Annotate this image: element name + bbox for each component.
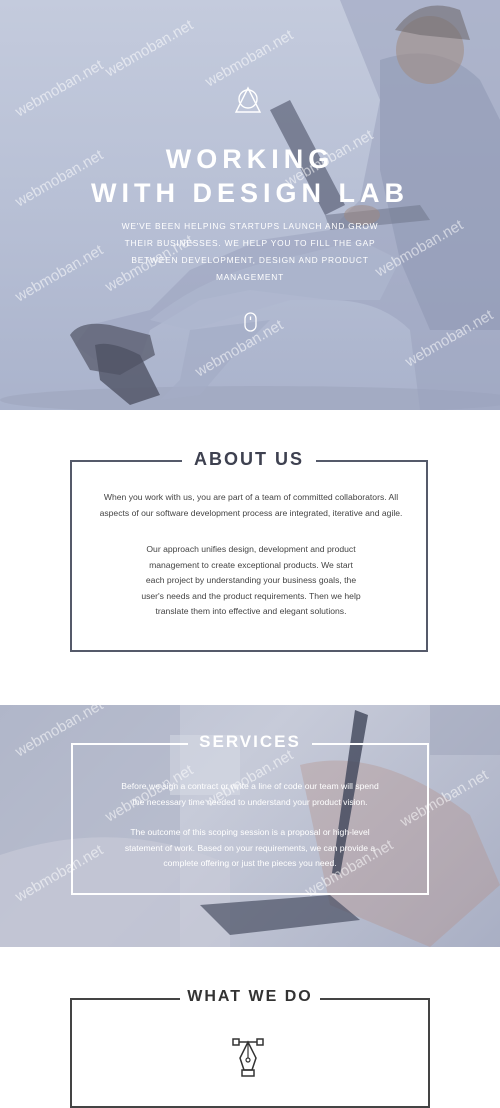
services-paragraph-2: The outcome of this scoping session is a… — [124, 827, 376, 868]
services-heading: SERVICES — [199, 732, 301, 751]
about-paragraph-1: When you work with us, you are part of a… — [99, 492, 403, 518]
about-us-heading: ABOUT US — [194, 449, 304, 469]
mouse-scroll-icon[interactable] — [244, 312, 257, 332]
what-we-do-heading: WHAT WE DO — [187, 988, 313, 1005]
hero-section: WORKING WITH DESIGN LAB We've been helpi… — [0, 0, 500, 410]
hero-content: WORKING WITH DESIGN LAB We've been helpi… — [0, 0, 500, 410]
hero-description: We've been helping startups launch and g… — [121, 221, 379, 282]
triangle-circle-logo-icon[interactable] — [233, 86, 263, 116]
about-us-section: ABOUT US When you work with us, you are … — [70, 449, 428, 652]
hero-title: WORKING WITH DESIGN LAB — [0, 142, 500, 210]
hero-title-line2: WITH DESIGN LAB — [91, 178, 409, 208]
services-paragraph-1: Before we sign a contract or write a lin… — [121, 781, 379, 807]
services-section: SERVICES Before we sign a contract or wr… — [0, 705, 500, 947]
what-we-do-section: WHAT WE DO — [70, 988, 430, 1108]
services-frame: SERVICES Before we sign a contract or wr… — [71, 732, 429, 895]
about-paragraph-2: Our approach unifies design, development… — [141, 544, 361, 616]
pen-tool-icon — [232, 1038, 264, 1077]
hero-title-line1: WORKING — [165, 144, 335, 174]
